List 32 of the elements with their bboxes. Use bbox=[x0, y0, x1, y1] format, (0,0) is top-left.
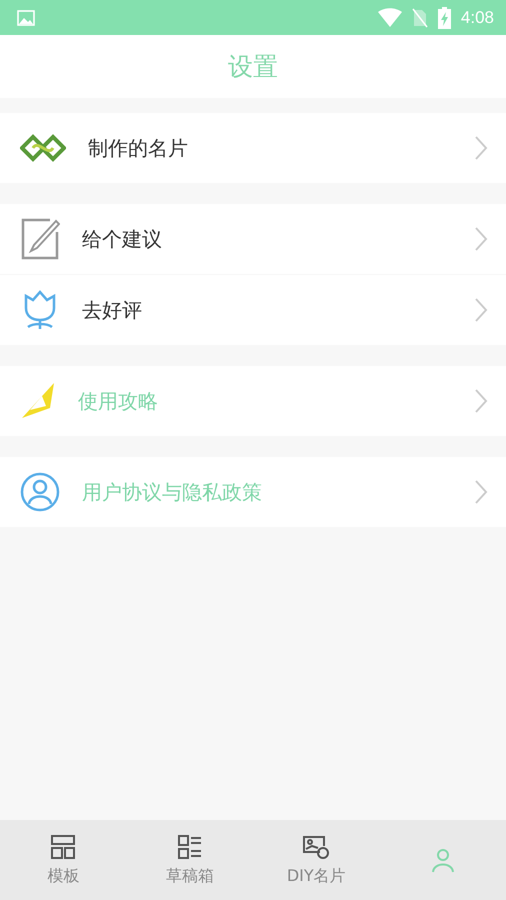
page-title: 设置 bbox=[228, 51, 278, 83]
nav-tab[interactable]: 模板 bbox=[0, 820, 126, 900]
settings-item[interactable]: 制作的名片 bbox=[0, 113, 506, 183]
settings-item[interactable]: 使用攻略 bbox=[0, 366, 506, 436]
chevron-icon bbox=[474, 226, 488, 252]
kite-icon bbox=[20, 382, 56, 420]
chevron-icon bbox=[474, 135, 488, 161]
no-sim-icon bbox=[412, 8, 428, 28]
layout-icon bbox=[50, 834, 76, 860]
nav-tab[interactable]: 草稿箱 bbox=[126, 820, 253, 900]
settings-item[interactable]: 给个建议 bbox=[0, 204, 506, 274]
link-icon bbox=[20, 133, 66, 163]
user-icon bbox=[20, 472, 60, 512]
settings-item[interactable]: 用户协议与隐私政策 bbox=[0, 457, 506, 527]
card-edit-icon bbox=[302, 834, 330, 860]
chevron-icon bbox=[474, 479, 488, 505]
battery-icon bbox=[438, 6, 451, 28]
wifi-icon bbox=[378, 8, 402, 28]
nav-tab[interactable]: DIY名片 bbox=[253, 820, 380, 900]
item-label: 使用攻略 bbox=[78, 388, 159, 414]
settings-item[interactable]: 去好评 bbox=[0, 275, 506, 345]
item-label: 制作的名片 bbox=[88, 134, 189, 162]
chevron-icon bbox=[474, 297, 488, 323]
person-icon bbox=[430, 847, 456, 873]
edit-icon bbox=[20, 218, 60, 260]
status-time: 4:08 bbox=[460, 8, 494, 28]
item-label: 去好评 bbox=[82, 296, 143, 324]
image-icon bbox=[17, 10, 35, 26]
item-label: 用户协议与隐私政策 bbox=[82, 478, 263, 506]
checklist-icon bbox=[176, 834, 203, 860]
item-label: 给个建议 bbox=[82, 226, 163, 252]
chevron-icon bbox=[474, 388, 488, 414]
